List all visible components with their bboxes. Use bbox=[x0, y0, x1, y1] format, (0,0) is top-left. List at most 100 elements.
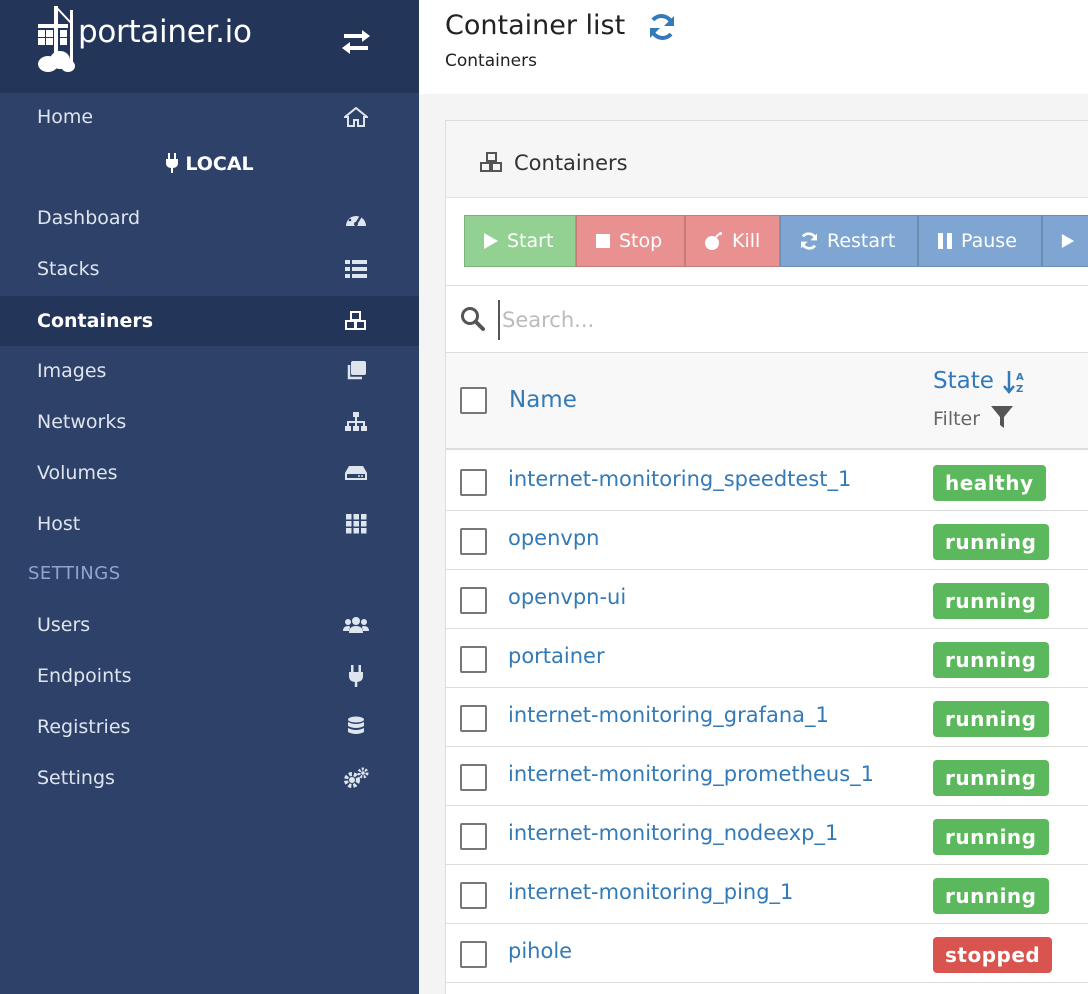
container-name-link[interactable]: internet-monitoring_grafana_1 bbox=[508, 703, 829, 727]
sidebar-item-label: Containers bbox=[37, 310, 154, 332]
kill-button[interactable]: Kill bbox=[685, 215, 780, 267]
row-checkbox[interactable] bbox=[460, 764, 487, 791]
plug-icon bbox=[166, 153, 179, 173]
kill-label: Kill bbox=[732, 230, 761, 252]
search-input[interactable] bbox=[498, 300, 1058, 340]
sidebar-item-images[interactable]: Images bbox=[0, 346, 419, 396]
sidebar-item-label: Stacks bbox=[37, 258, 100, 280]
sidebar-item-stacks[interactable]: Stacks bbox=[0, 244, 419, 294]
clone-icon bbox=[343, 360, 369, 382]
sidebar-item-dashboard[interactable]: Dashboard bbox=[0, 193, 419, 243]
stop-label: Stop bbox=[619, 230, 663, 252]
container-name-link[interactable]: internet-monitoring_prometheus_1 bbox=[508, 762, 874, 786]
cogs-icon bbox=[343, 767, 369, 789]
brand-header: portainer.io bbox=[0, 0, 419, 93]
row-checkbox[interactable] bbox=[460, 882, 487, 909]
status-badge: running bbox=[933, 878, 1049, 914]
sidebar-item-users[interactable]: Users bbox=[0, 600, 419, 650]
pause-icon bbox=[938, 233, 952, 249]
sidebar-item-containers[interactable]: Containers bbox=[0, 296, 419, 346]
refresh-icon bbox=[801, 232, 817, 250]
sidebar-item-home[interactable]: Home bbox=[0, 92, 419, 142]
page-title: Container list bbox=[445, 10, 626, 41]
svg-text:Z: Z bbox=[1016, 384, 1023, 395]
table-row: pihole stopped bbox=[446, 924, 1088, 983]
status-badge: running bbox=[933, 524, 1049, 560]
cubes-icon bbox=[480, 152, 502, 172]
sidebar-item-volumes[interactable]: Volumes bbox=[0, 448, 419, 498]
column-header-state[interactable]: State bbox=[933, 368, 994, 394]
pause-label: Pause bbox=[961, 230, 1017, 252]
status-badge: running bbox=[933, 701, 1049, 737]
search-bar bbox=[446, 285, 1088, 353]
table-row: portainer running bbox=[446, 629, 1088, 688]
row-checkbox[interactable] bbox=[460, 941, 487, 968]
container-name-link[interactable]: openvpn-ui bbox=[508, 585, 626, 609]
status-badge: running bbox=[933, 642, 1049, 678]
state-filter-label[interactable]: Filter bbox=[933, 408, 980, 430]
breadcrumb[interactable]: Containers bbox=[445, 51, 537, 71]
sidebar-item-host[interactable]: Host bbox=[0, 499, 419, 549]
table-row: internet-monitoring_prometheus_1 running bbox=[446, 747, 1088, 806]
table-row: openvpn running bbox=[446, 511, 1088, 570]
sidebar-item-label: Images bbox=[37, 360, 107, 382]
exchange-icon[interactable] bbox=[340, 28, 372, 56]
sidebar-item-label: Volumes bbox=[37, 462, 118, 484]
sidebar-item-endpoints[interactable]: Endpoints bbox=[0, 651, 419, 701]
filter-icon[interactable] bbox=[990, 404, 1014, 430]
row-checkbox[interactable] bbox=[460, 646, 487, 673]
database-icon bbox=[343, 716, 369, 738]
status-badge: healthy bbox=[933, 465, 1046, 501]
play-icon bbox=[484, 233, 498, 249]
container-name-link[interactable]: portainer bbox=[508, 644, 605, 668]
resume-button[interactable] bbox=[1042, 215, 1088, 267]
start-label: Start bbox=[507, 230, 554, 252]
pause-button[interactable]: Pause bbox=[918, 215, 1042, 267]
container-name-link[interactable]: pihole bbox=[508, 939, 572, 963]
sidebar-item-label: Settings bbox=[37, 767, 115, 789]
th-icon bbox=[343, 513, 369, 535]
container-name-link[interactable]: openvpn bbox=[508, 526, 599, 550]
table-row: internet-monitoring_speedtest_1 healthy bbox=[446, 452, 1088, 511]
start-button[interactable]: Start bbox=[464, 215, 576, 267]
sidebar-item-registries[interactable]: Registries bbox=[0, 702, 419, 752]
column-header-name[interactable]: Name bbox=[509, 387, 577, 413]
svg-text:A: A bbox=[1016, 372, 1024, 383]
bomb-icon bbox=[705, 232, 722, 250]
restart-label: Restart bbox=[827, 230, 896, 252]
sidebar-item-settings[interactable]: Settings bbox=[0, 753, 419, 803]
row-checkbox[interactable] bbox=[460, 587, 487, 614]
logo-text[interactable]: portainer.io bbox=[78, 14, 252, 50]
row-checkbox[interactable] bbox=[460, 528, 487, 555]
sidebar-item-label: Users bbox=[37, 614, 91, 636]
row-checkbox[interactable] bbox=[460, 469, 487, 496]
refresh-icon[interactable] bbox=[647, 12, 677, 42]
status-badge: running bbox=[933, 583, 1049, 619]
sidebar-item-label: Endpoints bbox=[37, 665, 132, 687]
home-icon bbox=[343, 106, 369, 128]
sort-alpha-icon[interactable]: A Z bbox=[1003, 369, 1027, 395]
status-badge: running bbox=[933, 760, 1049, 796]
sidebar-item-label: Networks bbox=[37, 411, 127, 433]
search-icon bbox=[461, 307, 485, 331]
play-icon bbox=[1061, 234, 1075, 248]
select-all-checkbox[interactable] bbox=[460, 387, 487, 414]
tachometer-icon bbox=[343, 207, 369, 229]
container-name-link[interactable]: internet-monitoring_nodeexp_1 bbox=[508, 821, 838, 845]
table-row: internet-monitoring_ping_1 running bbox=[446, 865, 1088, 924]
table-row: internet-monitoring_grafana_1 running bbox=[446, 688, 1088, 747]
settings-section-heading: SETTINGS bbox=[28, 563, 121, 584]
container-name-link[interactable]: internet-monitoring_ping_1 bbox=[508, 880, 793, 904]
container-name-link[interactable]: internet-monitoring_speedtest_1 bbox=[508, 467, 851, 491]
restart-button[interactable]: Restart bbox=[780, 215, 918, 267]
hdd-icon bbox=[343, 462, 369, 484]
sidebar-item-label: Registries bbox=[37, 716, 131, 738]
status-badge: stopped bbox=[933, 937, 1053, 973]
sidebar-item-networks[interactable]: Networks bbox=[0, 397, 419, 447]
row-checkbox[interactable] bbox=[460, 823, 487, 850]
cubes-icon bbox=[343, 310, 369, 332]
plug-icon bbox=[343, 665, 369, 687]
endpoint-label: LOCAL bbox=[0, 153, 419, 175]
stop-button[interactable]: Stop bbox=[576, 215, 685, 267]
row-checkbox[interactable] bbox=[460, 705, 487, 732]
